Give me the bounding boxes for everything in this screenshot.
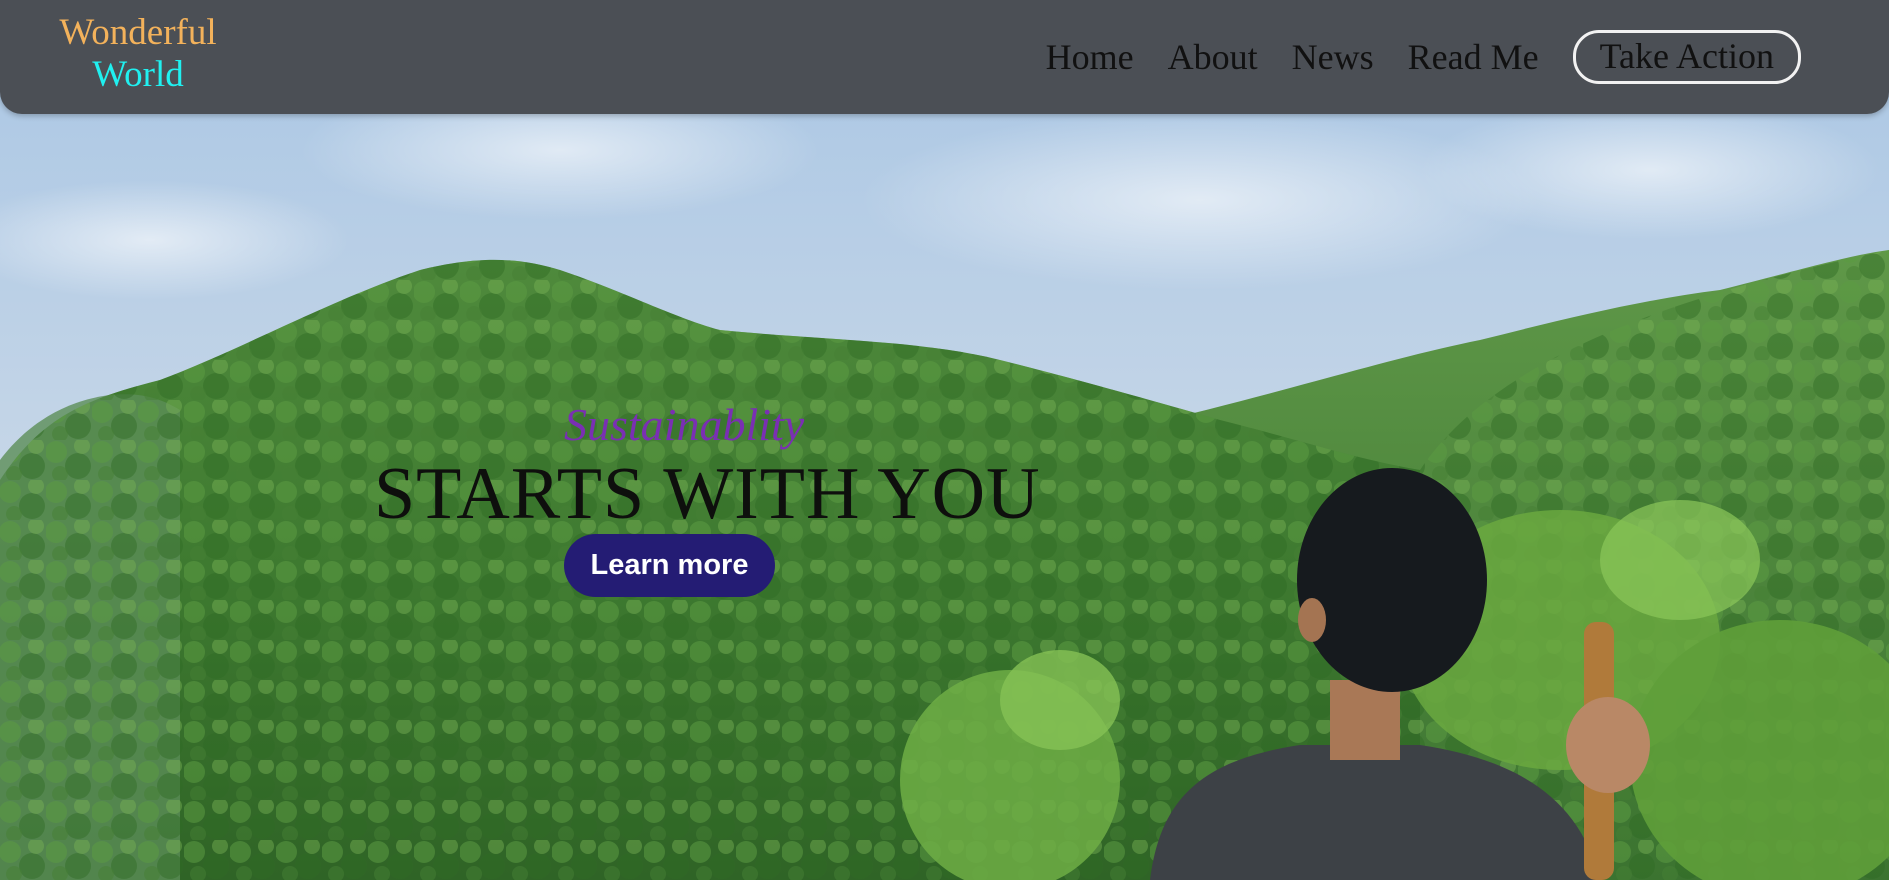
logo-text-line-1: Wonderful xyxy=(59,12,217,53)
learn-more-button[interactable]: Learn more xyxy=(564,534,775,597)
nav-link-home[interactable]: Home xyxy=(1046,36,1134,78)
nav-link-news[interactable]: News xyxy=(1292,36,1374,78)
take-action-button[interactable]: Take Action xyxy=(1572,30,1801,84)
hero-kicker-text: Sustainablity xyxy=(564,399,805,450)
hero-background-image xyxy=(0,0,1889,880)
site-logo[interactable]: Wonderful World xyxy=(58,12,218,96)
hero-title: STARTS WITH YOU xyxy=(374,453,1041,535)
logo-text-line-2: World xyxy=(92,54,184,95)
main-navigation: Home About News Read Me Take Action xyxy=(1046,30,1801,84)
nav-link-about[interactable]: About xyxy=(1168,36,1258,78)
top-navbar: Wonderful World Home About News Read Me … xyxy=(0,0,1889,114)
nav-link-read-me[interactable]: Read Me xyxy=(1408,36,1539,78)
page: Wonderful World Home About News Read Me … xyxy=(0,0,1889,880)
